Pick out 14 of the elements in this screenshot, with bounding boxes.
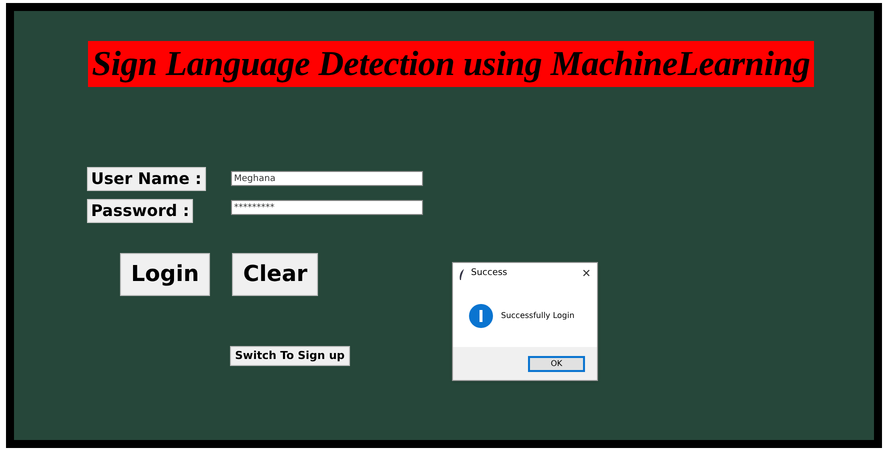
action-button[interactable]: Login [120, 253, 210, 296]
text-field[interactable]: ********* [231, 200, 423, 215]
dialog-title: Success [471, 267, 508, 280]
field-label: Password : [87, 199, 194, 223]
switch-button[interactable]: Switch To Sign up [230, 346, 350, 366]
feather-icon [459, 268, 465, 280]
ok-button[interactable]: OK [528, 356, 585, 372]
dialog-message: Successfully Login [501, 310, 574, 322]
text-field[interactable]: Meghana [231, 171, 423, 186]
info-icon [469, 304, 493, 328]
action-button[interactable]: Clear [232, 253, 318, 296]
title-banner: Sign Language Detection using MachineLearning [88, 41, 814, 87]
field-label: User Name : [87, 167, 206, 191]
close-button[interactable]: ✕ [582, 266, 591, 282]
